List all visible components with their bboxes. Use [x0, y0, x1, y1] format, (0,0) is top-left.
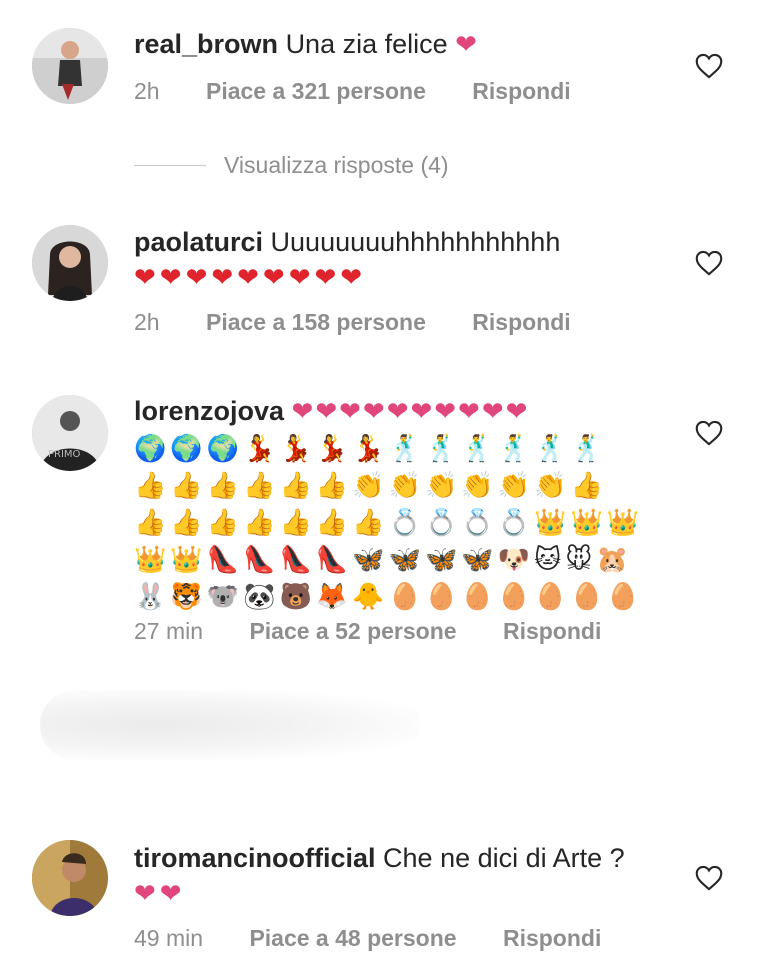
pink-hearts-emoji: ❤❤❤❤❤❤❤❤❤❤ — [291, 397, 530, 427]
blurred-content — [40, 690, 420, 760]
heart-outline-icon[interactable] — [695, 250, 723, 276]
emoji-row-3: 👍👍👍👍👍👍👍💍💍💍💍👑👑👑 — [134, 508, 644, 538]
divider-line — [134, 164, 206, 166]
comment-meta: 2h Piace a 158 persone Rispondi — [134, 309, 571, 336]
avatar[interactable] — [32, 28, 108, 104]
reply-button[interactable]: Rispondi — [472, 78, 570, 105]
reply-button[interactable]: Rispondi — [503, 618, 601, 645]
comment-text: real_brown Una zia felice ❤ — [134, 26, 677, 64]
comment-meta: 27 min Piace a 52 persone Rispondi — [134, 618, 601, 645]
comment-username[interactable]: paolaturci — [134, 227, 263, 257]
reply-button[interactable]: Rispondi — [472, 309, 570, 336]
emoji-row-2: 👍👍👍👍👍👍👏👏👏👏👏👏👍 — [134, 471, 607, 501]
emoji-row-5: 🐰🐯🐨🐼🐻🦊🐥🥚🥚🥚🥚🥚🥚🥚 — [134, 582, 644, 612]
comment-meta: 49 min Piace a 48 persone Rispondi — [134, 925, 601, 952]
comment-username[interactable]: lorenzojova — [134, 396, 284, 426]
avatar[interactable] — [32, 225, 108, 301]
heart-outline-icon[interactable] — [695, 420, 723, 446]
red-hearts-emoji: ❤❤❤❤❤❤❤❤❤ — [134, 263, 367, 293]
likes-count[interactable]: Piace a 321 persone — [206, 78, 426, 105]
comment-text: tiromancinoofficial Che ne dici di Arte … — [134, 840, 677, 876]
emoji-row-4: 👑👑👠👠👠👠🦋🦋🦋🦋🐶🐱🐭🐹 — [134, 545, 633, 575]
comment-username[interactable]: tiromancinoofficial — [134, 843, 376, 873]
reply-button[interactable]: Rispondi — [503, 925, 601, 952]
heart-outline-icon[interactable] — [695, 53, 723, 79]
comment-time: 2h — [134, 309, 160, 335]
avatar[interactable]: PRIMO — [32, 395, 108, 471]
likes-count[interactable]: Piace a 52 persone — [249, 618, 456, 645]
emoji-row-1: 🌍🌍🌍💃💃💃💃🕺🕺🕺🕺🕺🕺 — [134, 434, 607, 464]
avatar[interactable] — [32, 840, 108, 916]
likes-count[interactable]: Piace a 158 persone — [206, 309, 426, 336]
comment-text: paolaturci Uuuuuuuuhhhhhhhhhhh — [134, 224, 677, 260]
comment-time: 49 min — [134, 925, 204, 951]
heart-emoji: ❤ — [455, 30, 481, 60]
comment-username[interactable]: real_brown — [134, 29, 278, 59]
comment-text: lorenzojova ❤❤❤❤❤❤❤❤❤❤ — [134, 393, 677, 431]
pink-hearts-emoji: ❤❤ — [134, 879, 186, 909]
comment-message: Che ne dici di Arte ? — [383, 843, 625, 873]
svg-text:PRIMO: PRIMO — [48, 449, 81, 460]
likes-count[interactable]: Piace a 48 persone — [249, 925, 456, 952]
comment-message: Una zia felice — [285, 29, 448, 59]
comment-message: Uuuuuuuuhhhhhhhhhhh — [270, 227, 561, 257]
comment-time: 27 min — [134, 618, 204, 644]
view-replies-button[interactable]: Visualizza risposte (4) — [134, 150, 449, 180]
comment-time: 2h — [134, 78, 160, 104]
heart-outline-icon[interactable] — [695, 865, 723, 891]
comment-meta: 2h Piace a 321 persone Rispondi — [134, 78, 571, 105]
view-replies-label: Visualizza risposte (4) — [224, 151, 449, 178]
